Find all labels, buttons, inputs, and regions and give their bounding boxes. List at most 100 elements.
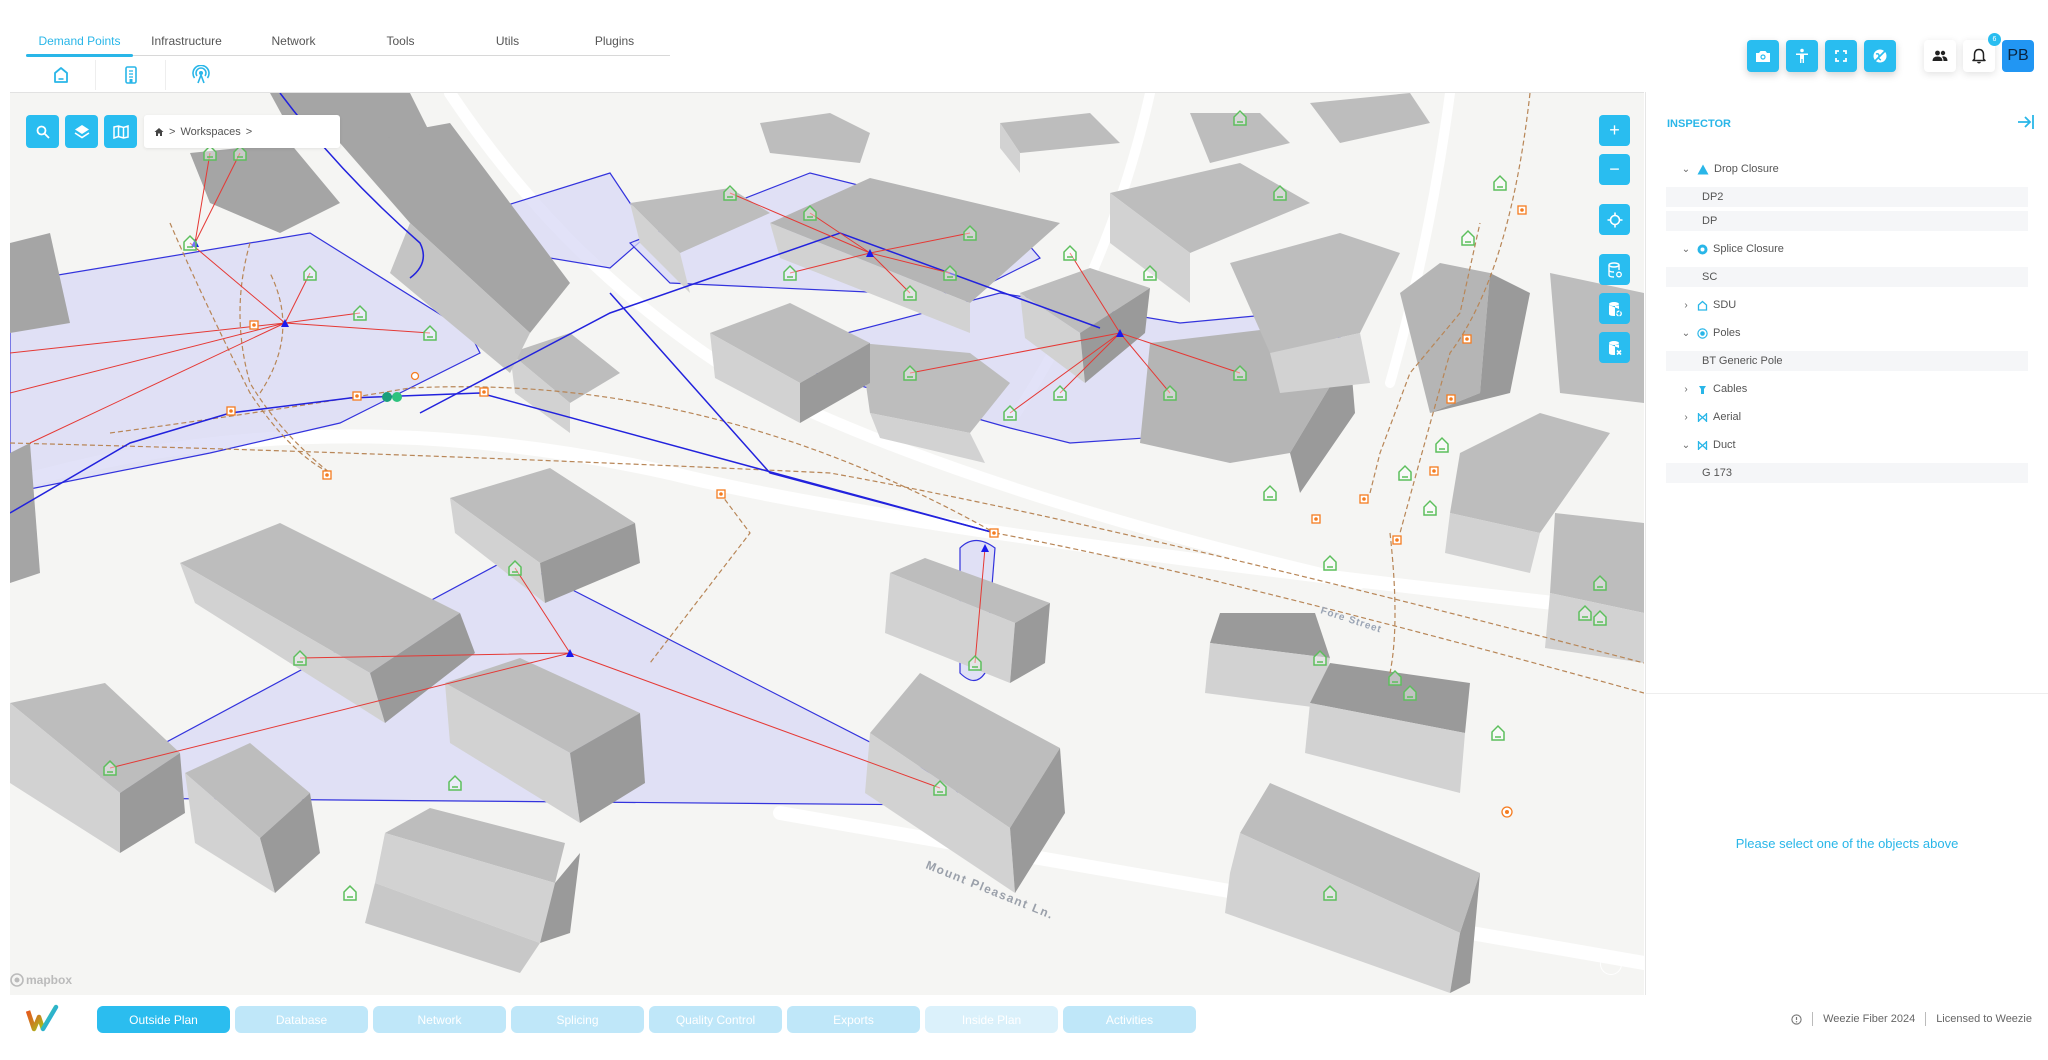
header-actions: 6 PB [1747, 33, 2034, 72]
compass-icon[interactable] [1600, 953, 1622, 975]
zoom-out-button[interactable]: − [1599, 154, 1630, 185]
users-icon [1932, 50, 1948, 61]
demand-point-marker [1323, 554, 1337, 571]
users-button[interactable] [1924, 40, 1956, 72]
map-canvas[interactable]: Mount Pleasant Ln. Fore Street > Workspa… [10, 92, 1644, 995]
tree-node-poles[interactable]: ⌄ Poles [1666, 319, 2028, 347]
info-icon[interactable] [1791, 1013, 1802, 1025]
pole-marker [226, 406, 236, 416]
category-tabs: Demand Points Infrastructure Network Too… [26, 30, 670, 57]
map-layers-button[interactable] [65, 115, 98, 148]
add-mdu-button[interactable] [96, 60, 166, 90]
tree-leaf-bt-generic-pole[interactable]: BT Generic Pole [1666, 351, 2028, 371]
add-sdu-button[interactable] [26, 60, 96, 90]
tab-network[interactable]: Network [240, 30, 347, 55]
demand-point-marker [343, 884, 357, 901]
footer-divider [1925, 1012, 1927, 1026]
bell-icon [1972, 48, 1986, 64]
fullscreen-button[interactable] [1825, 40, 1857, 72]
database-remove-button[interactable] [1599, 332, 1630, 363]
tree-leaf-g173[interactable]: G 173 [1666, 463, 2028, 483]
tab-infrastructure[interactable]: Infrastructure [133, 30, 240, 55]
footer-info: Weezie Fiber 2024 Licensed to Weezie [1791, 1012, 2032, 1026]
database-refresh-button[interactable] [1599, 254, 1630, 285]
pole-marker [1501, 806, 1513, 818]
chevron-down-icon: ⌄ [1681, 327, 1691, 339]
add-antenna-button[interactable] [166, 60, 236, 90]
chevron-right-icon: › [1684, 383, 1688, 395]
tree-node-aerial[interactable]: › Aerial [1666, 403, 2028, 431]
pole-icon [1697, 327, 1708, 339]
top-toolbar: Demand Points Infrastructure Network Too… [0, 0, 2048, 92]
tab-plugins[interactable]: Plugins [561, 30, 668, 55]
triangle-icon [1697, 164, 1709, 174]
tab-demand-points[interactable]: Demand Points [26, 30, 133, 57]
tree-leaf-dp[interactable]: DP [1666, 211, 2028, 231]
inspector-panel: INSPECTOR ⌄ Drop Closure DP2 DP ⌄ Splice… [1645, 92, 2048, 995]
pole-marker [1359, 494, 1369, 504]
collapse-inspector-button[interactable] [2017, 114, 2035, 135]
map-icon [112, 124, 129, 139]
aerial-icon [1697, 412, 1708, 422]
chevron-right-icon: › [1684, 411, 1688, 423]
basemap-button[interactable] [104, 115, 137, 148]
demand-point-marker [1491, 724, 1505, 741]
tree-leaf-dp2[interactable]: DP2 [1666, 187, 2028, 207]
module-tab-activities[interactable]: Activities [1063, 1006, 1196, 1033]
tree-node-cables[interactable]: › Cables [1666, 375, 2028, 403]
demand-point-marker [1263, 484, 1277, 501]
tree-leaf-sc[interactable]: SC [1666, 267, 2028, 287]
building [865, 673, 1065, 893]
building [10, 233, 70, 333]
tree-node-splice-closure[interactable]: ⌄ Splice Closure [1666, 235, 2028, 263]
tab-utils[interactable]: Utils [454, 30, 561, 55]
module-tab-network[interactable]: Network [373, 1006, 506, 1033]
home-icon[interactable] [154, 127, 164, 137]
weezie-logo[interactable] [25, 1003, 60, 1038]
pole-marker [410, 371, 420, 381]
building [1310, 93, 1430, 143]
camera-icon [1756, 51, 1770, 62]
map-search-button[interactable] [26, 115, 59, 148]
breadcrumb-workspaces[interactable]: Workspaces [180, 126, 240, 138]
zoom-in-button[interactable]: + [1599, 115, 1630, 146]
tree-node-duct[interactable]: ⌄ Duct [1666, 431, 2028, 459]
globe-toggle-button[interactable] [1864, 40, 1896, 72]
database-sync-button[interactable] [1599, 293, 1630, 324]
demand-point-marker [1493, 174, 1507, 191]
chevron-down-icon: ⌄ [1681, 243, 1691, 255]
locate-button[interactable] [1599, 204, 1630, 235]
globe-off-icon [1873, 49, 1887, 63]
tree-node-sdu[interactable]: › SDU [1666, 291, 2028, 319]
footer-divider [1812, 1012, 1814, 1026]
map-right-controls: + − [1599, 115, 1630, 363]
chevron-right-icon: › [1684, 299, 1688, 311]
weezie-logo-icon [25, 1004, 59, 1032]
notifications-button[interactable]: 6 [1963, 33, 2001, 72]
building [365, 808, 580, 973]
inspector-empty-message: Please select one of the objects above [1735, 836, 1959, 851]
demand-point-marker [1423, 499, 1437, 516]
module-tab-splicing[interactable]: Splicing [511, 1006, 644, 1033]
module-tab-exports[interactable]: Exports [787, 1006, 920, 1033]
database-sync-icon [1608, 301, 1622, 316]
module-tab-outside-plan[interactable]: Outside Plan [97, 1006, 230, 1033]
mapbox-attribution[interactable]: mapbox [10, 973, 72, 987]
mapbox-logo-icon [10, 973, 24, 987]
tab-tools[interactable]: Tools [347, 30, 454, 55]
pole-marker [1462, 334, 1472, 344]
breadcrumb-separator: > [169, 125, 176, 138]
pole-marker [989, 528, 999, 538]
tree-node-drop-closure[interactable]: ⌄ Drop Closure [1666, 155, 2028, 183]
building [760, 113, 870, 163]
demand-point-marker [1461, 229, 1475, 246]
screenshot-button[interactable] [1747, 40, 1779, 72]
user-avatar[interactable]: PB [2002, 40, 2034, 72]
accessibility-button[interactable] [1786, 40, 1818, 72]
module-tab-inside-plan[interactable]: Inside Plan [925, 1006, 1058, 1033]
building [510, 333, 620, 433]
module-tab-database[interactable]: Database [235, 1006, 368, 1033]
module-tab-quality-control[interactable]: Quality Control [649, 1006, 782, 1033]
bottom-bar: Outside Plan Database Network Splicing Q… [0, 995, 2048, 1060]
inspector-divider [1646, 693, 2048, 694]
